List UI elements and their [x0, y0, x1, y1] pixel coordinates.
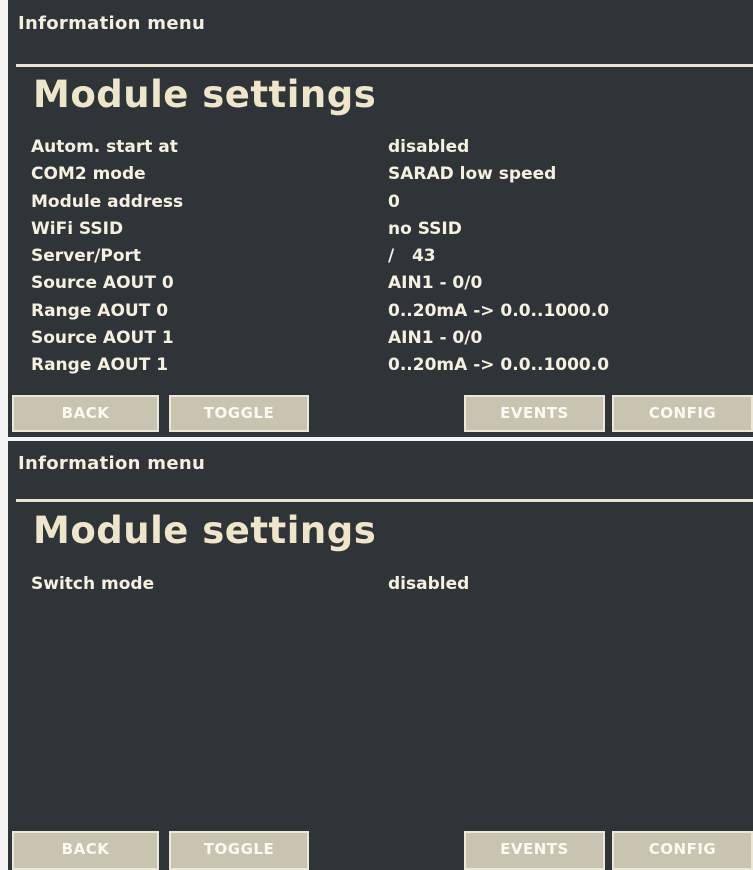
page-title: Module settings: [33, 73, 377, 116]
setting-value: 0: [388, 191, 400, 212]
settings-row: Range AOUT 1 0..20mA -> 0.0..1000.0: [31, 353, 731, 380]
screen-bottom: Information menu Module settings Switch …: [8, 441, 753, 870]
page-title: Module settings: [33, 509, 377, 552]
settings-row: Switch mode disabled: [31, 572, 731, 599]
header-divider: [16, 499, 753, 502]
settings-list: Switch mode disabled: [31, 572, 731, 599]
setting-value: 0..20mA -> 0.0..1000.0: [388, 355, 610, 376]
setting-value: disabled: [388, 137, 470, 157]
setting-label: Range AOUT 0: [31, 300, 169, 321]
setting-label: Server/Port: [31, 246, 142, 267]
events-button[interactable]: EVENTS: [464, 395, 605, 432]
setting-label: Module address: [31, 191, 184, 212]
settings-row: Module address 0: [31, 190, 731, 217]
settings-row: Range AOUT 0 0..20mA -> 0.0..1000.0: [31, 299, 731, 326]
setting-value: AIN1 - 0/0: [388, 273, 483, 294]
setting-value: / 43: [388, 246, 436, 267]
setting-label: Autom. start at: [31, 137, 178, 157]
toggle-button[interactable]: TOGGLE: [169, 831, 309, 870]
settings-row: WiFi SSID no SSID: [31, 217, 731, 244]
settings-row: Source AOUT 1 AIN1 - 0/0: [31, 326, 731, 353]
settings-list: Autom. start at disabled COM2 mode SARAD…: [31, 135, 731, 381]
setting-label: Range AOUT 1: [31, 355, 169, 376]
header-divider: [16, 64, 753, 67]
settings-row: Autom. start at disabled: [31, 135, 731, 162]
settings-row: Source AOUT 0 AIN1 - 0/0: [31, 271, 731, 298]
setting-value: 0..20mA -> 0.0..1000.0: [388, 300, 610, 321]
setting-label: Source AOUT 0: [31, 273, 174, 294]
setting-label: Switch mode: [31, 574, 155, 594]
toggle-button[interactable]: TOGGLE: [169, 395, 309, 432]
setting-value: AIN1 - 0/0: [388, 328, 483, 349]
config-button[interactable]: CONFIG: [612, 395, 753, 432]
settings-row: Server/Port / 43: [31, 244, 731, 271]
setting-label: COM2 mode: [31, 164, 146, 185]
menu-header: Information menu: [18, 13, 206, 34]
back-button[interactable]: BACK: [12, 395, 159, 432]
setting-value: disabled: [388, 574, 470, 594]
settings-row: COM2 mode SARAD low speed: [31, 162, 731, 189]
screen-top: Information menu Module settings Autom. …: [8, 0, 753, 437]
events-button[interactable]: EVENTS: [464, 831, 605, 870]
setting-value: SARAD low speed: [388, 164, 557, 185]
back-button[interactable]: BACK: [12, 831, 159, 870]
config-button[interactable]: CONFIG: [612, 831, 753, 870]
setting-label: Source AOUT 1: [31, 328, 174, 349]
setting-label: WiFi SSID: [31, 218, 124, 239]
setting-value: no SSID: [388, 218, 462, 239]
menu-header: Information menu: [18, 453, 206, 474]
